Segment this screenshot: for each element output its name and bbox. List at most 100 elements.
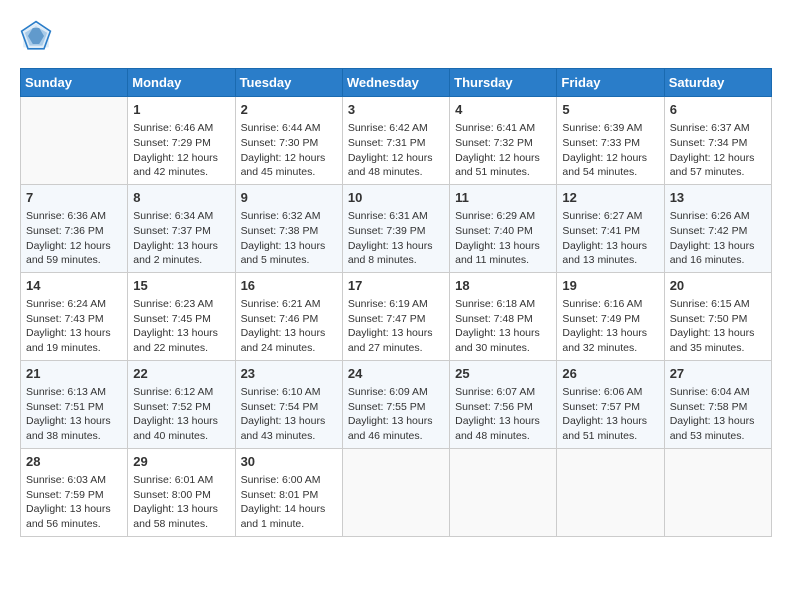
calendar-cell: 8 Sunrise: 6:34 AMSunset: 7:37 PMDaylight… — [128, 184, 235, 272]
calendar-cell — [450, 448, 557, 536]
week-row-1: 1 Sunrise: 6:46 AMSunset: 7:29 PMDaylight… — [21, 97, 772, 185]
day-info: Sunrise: 6:36 AMSunset: 7:36 PMDaylight:… — [26, 209, 122, 268]
calendar-cell: 17 Sunrise: 6:19 AMSunset: 7:47 PMDayligh… — [342, 272, 449, 360]
day-number: 12 — [562, 189, 658, 207]
calendar-cell: 25 Sunrise: 6:07 AMSunset: 7:56 PMDayligh… — [450, 360, 557, 448]
logo — [20, 20, 56, 52]
calendar-cell: 2 Sunrise: 6:44 AMSunset: 7:30 PMDaylight… — [235, 97, 342, 185]
week-row-2: 7 Sunrise: 6:36 AMSunset: 7:36 PMDaylight… — [21, 184, 772, 272]
day-info: Sunrise: 6:06 AMSunset: 7:57 PMDaylight:… — [562, 385, 658, 444]
day-number: 4 — [455, 101, 551, 119]
day-info: Sunrise: 6:13 AMSunset: 7:51 PMDaylight:… — [26, 385, 122, 444]
day-info: Sunrise: 6:19 AMSunset: 7:47 PMDaylight:… — [348, 297, 444, 356]
day-info: Sunrise: 6:07 AMSunset: 7:56 PMDaylight:… — [455, 385, 551, 444]
calendar-cell — [557, 448, 664, 536]
day-info: Sunrise: 6:21 AMSunset: 7:46 PMDaylight:… — [241, 297, 337, 356]
calendar-cell: 1 Sunrise: 6:46 AMSunset: 7:29 PMDaylight… — [128, 97, 235, 185]
day-number: 22 — [133, 365, 229, 383]
day-number: 28 — [26, 453, 122, 471]
day-number: 14 — [26, 277, 122, 295]
calendar-cell: 20 Sunrise: 6:15 AMSunset: 7:50 PMDayligh… — [664, 272, 771, 360]
calendar-cell: 9Sunrise: 6:32 AMSunset: 7:38 PMDaylight… — [235, 184, 342, 272]
day-number: 19 — [562, 277, 658, 295]
day-number: 6 — [670, 101, 766, 119]
calendar-cell — [342, 448, 449, 536]
week-row-5: 28 Sunrise: 6:03 AMSunset: 7:59 PMDayligh… — [21, 448, 772, 536]
day-info: Sunrise: 6:24 AMSunset: 7:43 PMDaylight:… — [26, 297, 122, 356]
week-row-3: 14 Sunrise: 6:24 AMSunset: 7:43 PMDayligh… — [21, 272, 772, 360]
page-header — [20, 20, 772, 52]
day-info: Sunrise: 6:04 AMSunset: 7:58 PMDaylight:… — [670, 385, 766, 444]
day-info: Sunrise: 6:23 AMSunset: 7:45 PMDaylight:… — [133, 297, 229, 356]
calendar-cell: 13 Sunrise: 6:26 AMSunset: 7:42 PMDayligh… — [664, 184, 771, 272]
day-number: 7 — [26, 189, 122, 207]
logo-icon — [20, 20, 52, 52]
day-info: Sunrise: 6:09 AMSunset: 7:55 PMDaylight:… — [348, 385, 444, 444]
weekday-header-thursday: Thursday — [450, 69, 557, 97]
day-info: Sunrise: 6:41 AMSunset: 7:32 PMDaylight:… — [455, 121, 551, 180]
calendar-cell: 28 Sunrise: 6:03 AMSunset: 7:59 PMDayligh… — [21, 448, 128, 536]
day-info: Sunrise: 6:15 AMSunset: 7:50 PMDaylight:… — [670, 297, 766, 356]
day-number: 11 — [455, 189, 551, 207]
day-number: 16 — [241, 277, 337, 295]
weekday-header-row: SundayMondayTuesdayWednesdayThursdayFrid… — [21, 69, 772, 97]
calendar-cell: 23 Sunrise: 6:10 AMSunset: 7:54 PMDayligh… — [235, 360, 342, 448]
day-number: 27 — [670, 365, 766, 383]
day-info: Sunrise: 6:46 AMSunset: 7:29 PMDaylight:… — [133, 121, 229, 180]
calendar-cell: 18 Sunrise: 6:18 AMSunset: 7:48 PMDayligh… — [450, 272, 557, 360]
calendar-cell: 6 Sunrise: 6:37 AMSunset: 7:34 PMDaylight… — [664, 97, 771, 185]
day-number: 30 — [241, 453, 337, 471]
calendar-cell: 10 Sunrise: 6:31 AMSunset: 7:39 PMDayligh… — [342, 184, 449, 272]
day-info: Sunrise: 6:18 AMSunset: 7:48 PMDaylight:… — [455, 297, 551, 356]
day-info: Sunrise: 6:16 AMSunset: 7:49 PMDaylight:… — [562, 297, 658, 356]
calendar-cell: 30Sunrise: 6:00 AMSunset: 8:01 PMDayligh… — [235, 448, 342, 536]
day-number: 1 — [133, 101, 229, 119]
day-number: 3 — [348, 101, 444, 119]
week-row-4: 21 Sunrise: 6:13 AMSunset: 7:51 PMDayligh… — [21, 360, 772, 448]
day-number: 8 — [133, 189, 229, 207]
day-info: Sunrise: 6:26 AMSunset: 7:42 PMDaylight:… — [670, 209, 766, 268]
day-info: Sunrise: 6:01 AMSunset: 8:00 PMDaylight:… — [133, 473, 229, 532]
day-info: Sunrise: 6:10 AMSunset: 7:54 PMDaylight:… — [241, 385, 337, 444]
day-info: Sunrise: 6:03 AMSunset: 7:59 PMDaylight:… — [26, 473, 122, 532]
calendar-cell — [21, 97, 128, 185]
day-number: 2 — [241, 101, 337, 119]
weekday-header-sunday: Sunday — [21, 69, 128, 97]
day-info: Sunrise: 6:12 AMSunset: 7:52 PMDaylight:… — [133, 385, 229, 444]
day-number: 18 — [455, 277, 551, 295]
day-info: Sunrise: 6:37 AMSunset: 7:34 PMDaylight:… — [670, 121, 766, 180]
day-number: 25 — [455, 365, 551, 383]
calendar-cell: 11 Sunrise: 6:29 AMSunset: 7:40 PMDayligh… — [450, 184, 557, 272]
calendar-cell: 7 Sunrise: 6:36 AMSunset: 7:36 PMDaylight… — [21, 184, 128, 272]
day-info: Sunrise: 6:42 AMSunset: 7:31 PMDaylight:… — [348, 121, 444, 180]
day-number: 20 — [670, 277, 766, 295]
day-number: 23 — [241, 365, 337, 383]
calendar-cell: 27 Sunrise: 6:04 AMSunset: 7:58 PMDayligh… — [664, 360, 771, 448]
day-number: 13 — [670, 189, 766, 207]
calendar-cell: 14 Sunrise: 6:24 AMSunset: 7:43 PMDayligh… — [21, 272, 128, 360]
calendar-cell: 3 Sunrise: 6:42 AMSunset: 7:31 PMDaylight… — [342, 97, 449, 185]
day-number: 29 — [133, 453, 229, 471]
calendar-table: SundayMondayTuesdayWednesdayThursdayFrid… — [20, 68, 772, 537]
day-number: 21 — [26, 365, 122, 383]
calendar-cell: 26 Sunrise: 6:06 AMSunset: 7:57 PMDayligh… — [557, 360, 664, 448]
weekday-header-monday: Monday — [128, 69, 235, 97]
calendar-cell: 15Sunrise: 6:23 AMSunset: 7:45 PMDayligh… — [128, 272, 235, 360]
day-info: Sunrise: 6:29 AMSunset: 7:40 PMDaylight:… — [455, 209, 551, 268]
day-number: 24 — [348, 365, 444, 383]
day-number: 9 — [241, 189, 337, 207]
calendar-cell: 12Sunrise: 6:27 AMSunset: 7:41 PMDayligh… — [557, 184, 664, 272]
calendar-cell: 24 Sunrise: 6:09 AMSunset: 7:55 PMDayligh… — [342, 360, 449, 448]
weekday-header-tuesday: Tuesday — [235, 69, 342, 97]
calendar-cell: 4 Sunrise: 6:41 AMSunset: 7:32 PMDaylight… — [450, 97, 557, 185]
day-number: 26 — [562, 365, 658, 383]
day-number: 10 — [348, 189, 444, 207]
calendar-cell: 19 Sunrise: 6:16 AMSunset: 7:49 PMDayligh… — [557, 272, 664, 360]
calendar-cell — [664, 448, 771, 536]
weekday-header-wednesday: Wednesday — [342, 69, 449, 97]
day-number: 17 — [348, 277, 444, 295]
day-number: 5 — [562, 101, 658, 119]
day-info: Sunrise: 6:44 AMSunset: 7:30 PMDaylight:… — [241, 121, 337, 180]
day-info: Sunrise: 6:34 AMSunset: 7:37 PMDaylight:… — [133, 209, 229, 268]
day-info: Sunrise: 6:31 AMSunset: 7:39 PMDaylight:… — [348, 209, 444, 268]
